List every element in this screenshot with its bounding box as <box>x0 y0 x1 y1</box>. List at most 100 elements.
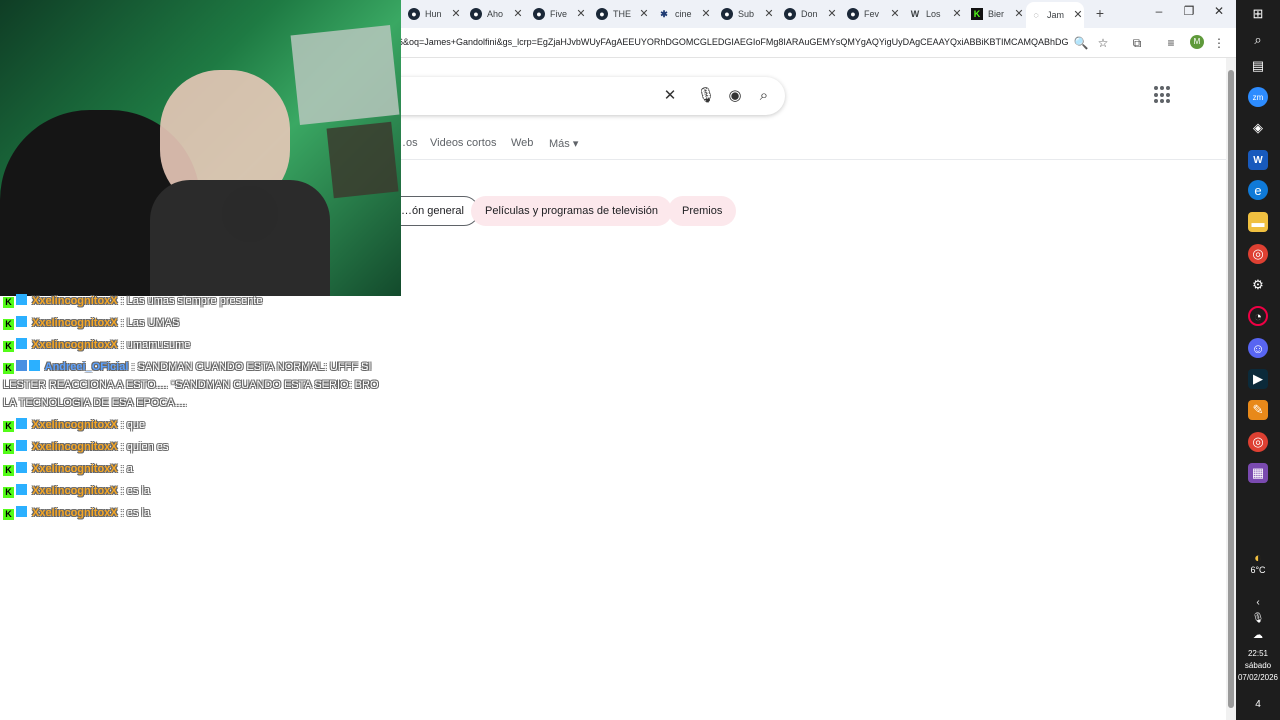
subscriber-badge-icon <box>16 506 27 517</box>
chat-username[interactable]: XxeIincognitoxX <box>29 295 118 307</box>
minimize-button[interactable]: – <box>1144 4 1174 22</box>
chat-text: : es la <box>117 485 151 497</box>
close-tab-icon[interactable]: ✕ <box>638 8 650 20</box>
browser-tab[interactable]: ● Hun ✕ <box>408 4 462 24</box>
chip-premios[interactable]: Premios <box>668 196 737 226</box>
tab-videos-cortos[interactable]: Videos cortos <box>430 137 496 149</box>
search-box[interactable]: ✕ 🎙 ◉ ⌕ <box>380 77 785 115</box>
close-tab-icon[interactable]: ✕ <box>889 8 901 20</box>
tab-mas[interactable]: Más ▾ <box>549 137 578 150</box>
browser-tab[interactable]: ● Five ✕ <box>533 4 587 24</box>
steam-icon: ● <box>784 8 796 20</box>
close-tab-icon[interactable]: ✕ <box>1013 8 1025 20</box>
close-window-button[interactable]: ✕ <box>1204 4 1234 22</box>
restore-button[interactable]: ❐ <box>1174 4 1204 22</box>
close-tab-icon[interactable]: ✕ <box>575 8 587 20</box>
url-text[interactable]: 6&oq=James+Gandolfini&gs_lcrp=EgZjaHJvbW… <box>398 37 1068 47</box>
zoom-icon[interactable]: 🔍 <box>1072 34 1090 52</box>
search-icon[interactable]: ⌕ <box>1248 30 1268 50</box>
app-icon[interactable]: ✎ <box>1248 400 1268 420</box>
subscriber-badge-icon <box>16 338 27 349</box>
network-icon: ✱ <box>660 8 668 19</box>
chat-username[interactable]: XxeIincognitoxX <box>29 317 118 329</box>
chat-message: K XxeIincognitoxX : Las UMAS <box>3 314 383 332</box>
notification-icon[interactable]: 4 <box>1248 694 1268 714</box>
tab-title: cine <box>675 9 692 19</box>
chat-text: : umamusume <box>117 339 191 351</box>
clock[interactable]: 22:51 sábado 07/02/2026 <box>1236 648 1280 684</box>
browser-tab[interactable]: K Bier ✕ <box>971 4 1025 24</box>
chat-username[interactable]: XxeIincognitoxX <box>29 441 118 453</box>
bookmark-star-icon[interactable]: ☆ <box>1094 34 1112 52</box>
kick-badge-icon: K <box>3 341 14 352</box>
menu-icon[interactable]: ⋮ <box>1210 34 1228 52</box>
scroll-thumb[interactable] <box>1228 70 1234 708</box>
close-tab-icon[interactable]: ✕ <box>826 8 838 20</box>
kick-badge-icon: K <box>3 487 14 498</box>
chat-message: K XxeIincognitoxX : es la <box>3 504 383 522</box>
tab-web[interactable]: Web <box>511 137 533 149</box>
lens-camera-icon[interactable]: ◉ <box>725 86 745 106</box>
chat-text: : a <box>117 463 133 475</box>
chat-username[interactable]: Andreei_OFicial <box>42 361 129 373</box>
search-icon[interactable]: ⌕ <box>754 86 774 106</box>
browser-tab[interactable]: W Los ✕ <box>909 4 963 24</box>
discord-icon[interactable]: ☺ <box>1248 338 1268 358</box>
chrome-icon[interactable]: ◎ <box>1248 244 1268 264</box>
browser-tab[interactable]: ● Fev ✕ <box>847 4 901 24</box>
chat-message: K XxeIincognitoxX : Las umas siempre pre… <box>3 292 383 310</box>
chip-peliculas[interactable]: Películas y programas de televisión <box>471 196 673 226</box>
edge-icon[interactable]: e <box>1248 180 1268 200</box>
close-tab-icon[interactable]: ✕ <box>450 8 462 20</box>
stream-chat: K XxeIincognitoxX : Las umas siempre pre… <box>3 292 383 526</box>
chat-username[interactable]: XxeIincognitoxX <box>29 485 118 497</box>
close-tab-icon[interactable]: ✕ <box>763 8 775 20</box>
chat-text: : quien es <box>117 441 169 453</box>
kick-badge-icon: K <box>3 465 14 476</box>
task-view-icon[interactable]: ▤ <box>1248 56 1268 76</box>
close-tab-icon[interactable]: ✕ <box>512 8 524 20</box>
clock-time: 22:51 <box>1247 649 1269 658</box>
google-apps-icon[interactable] <box>1154 86 1172 104</box>
streamlabs-icon[interactable]: ▶ <box>1248 369 1268 389</box>
subscriber-badge-icon <box>16 484 27 495</box>
page-scrollbar[interactable] <box>1226 58 1236 720</box>
browser-tab[interactable]: ● Sub ✕ <box>721 4 775 24</box>
weather-widget[interactable]: ◐ 6°C <box>1236 550 1280 575</box>
screen: ● Hun ✕ ● Aho ✕ ● Five ✕ ● THE ✕ ✱ cine ✕ ● Sub ✕ ● Don ✕ ● Fe… <box>0 0 1280 720</box>
chat-text: : Las umas siempre presente <box>117 295 263 307</box>
obs-icon[interactable]: ◔ <box>1248 306 1268 326</box>
tab-title: Bier <box>988 9 1005 19</box>
close-tab-icon[interactable]: ✕ <box>700 8 712 20</box>
reading-list-icon[interactable]: ≡ <box>1162 34 1180 52</box>
extensions-icon[interactable]: ⧉ <box>1128 34 1146 52</box>
close-tab-icon[interactable]: ✕ <box>951 8 963 20</box>
webcam-overlay <box>0 0 401 296</box>
settings-gear-icon[interactable]: ⚙ <box>1248 275 1268 295</box>
network-cloud-icon[interactable]: ☁ <box>1248 625 1268 645</box>
profile-avatar[interactable]: M <box>1190 35 1204 49</box>
browser-tab[interactable]: ● THE ✕ <box>596 4 650 24</box>
new-tab-button[interactable]: + <box>1093 5 1107 21</box>
file-explorer-icon[interactable]: ▬ <box>1248 212 1268 232</box>
browser-tab[interactable]: ● Aho ✕ <box>470 4 524 24</box>
kick-badge-icon: K <box>3 421 14 432</box>
close-tab-icon[interactable]: ✕ <box>1072 9 1084 21</box>
browser-tab[interactable]: ✱ cine ✕ <box>658 4 712 24</box>
clear-search-icon[interactable]: ✕ <box>660 86 680 106</box>
chat-username[interactable]: XxeIincognitoxX <box>29 339 118 351</box>
word-icon[interactable]: W <box>1248 150 1268 170</box>
kick-badge-icon: K <box>3 443 14 454</box>
start-icon[interactable]: ⊞ <box>1248 4 1268 24</box>
microphone-icon[interactable]: 🎙 <box>696 86 716 106</box>
chat-username[interactable]: XxeIincognitoxX <box>29 419 118 431</box>
browser-tab[interactable]: ◌ Jam ✕ <box>1026 2 1084 28</box>
browser-tab[interactable]: ● Don ✕ <box>784 4 838 24</box>
kick-badge-icon: K <box>3 319 14 330</box>
chrome-active-icon[interactable]: ◎ <box>1248 432 1268 452</box>
zoom-app-icon[interactable]: zm <box>1248 87 1268 107</box>
chat-username[interactable]: XxeIincognitoxX <box>29 507 118 519</box>
chat-username[interactable]: XxeIincognitoxX <box>29 463 118 475</box>
vpn-icon[interactable]: ◈ <box>1248 118 1268 138</box>
image-app-icon[interactable]: ▦ <box>1248 463 1268 483</box>
